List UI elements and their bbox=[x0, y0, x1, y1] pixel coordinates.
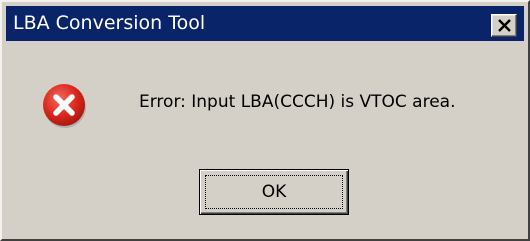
error-message: Error: Input LBA(CCCH) is VTOC area. bbox=[139, 92, 456, 112]
close-icon bbox=[498, 19, 511, 32]
error-dialog: LBA Conversion Tool Error: Input LBA(CCC… bbox=[0, 0, 530, 241]
ok-button-label: OK bbox=[261, 182, 287, 202]
close-button[interactable] bbox=[491, 14, 517, 37]
window-title: LBA Conversion Tool bbox=[13, 12, 206, 34]
ok-button[interactable]: OK bbox=[199, 169, 349, 215]
error-icon bbox=[43, 84, 86, 128]
title-bar[interactable]: LBA Conversion Tool bbox=[6, 6, 524, 41]
